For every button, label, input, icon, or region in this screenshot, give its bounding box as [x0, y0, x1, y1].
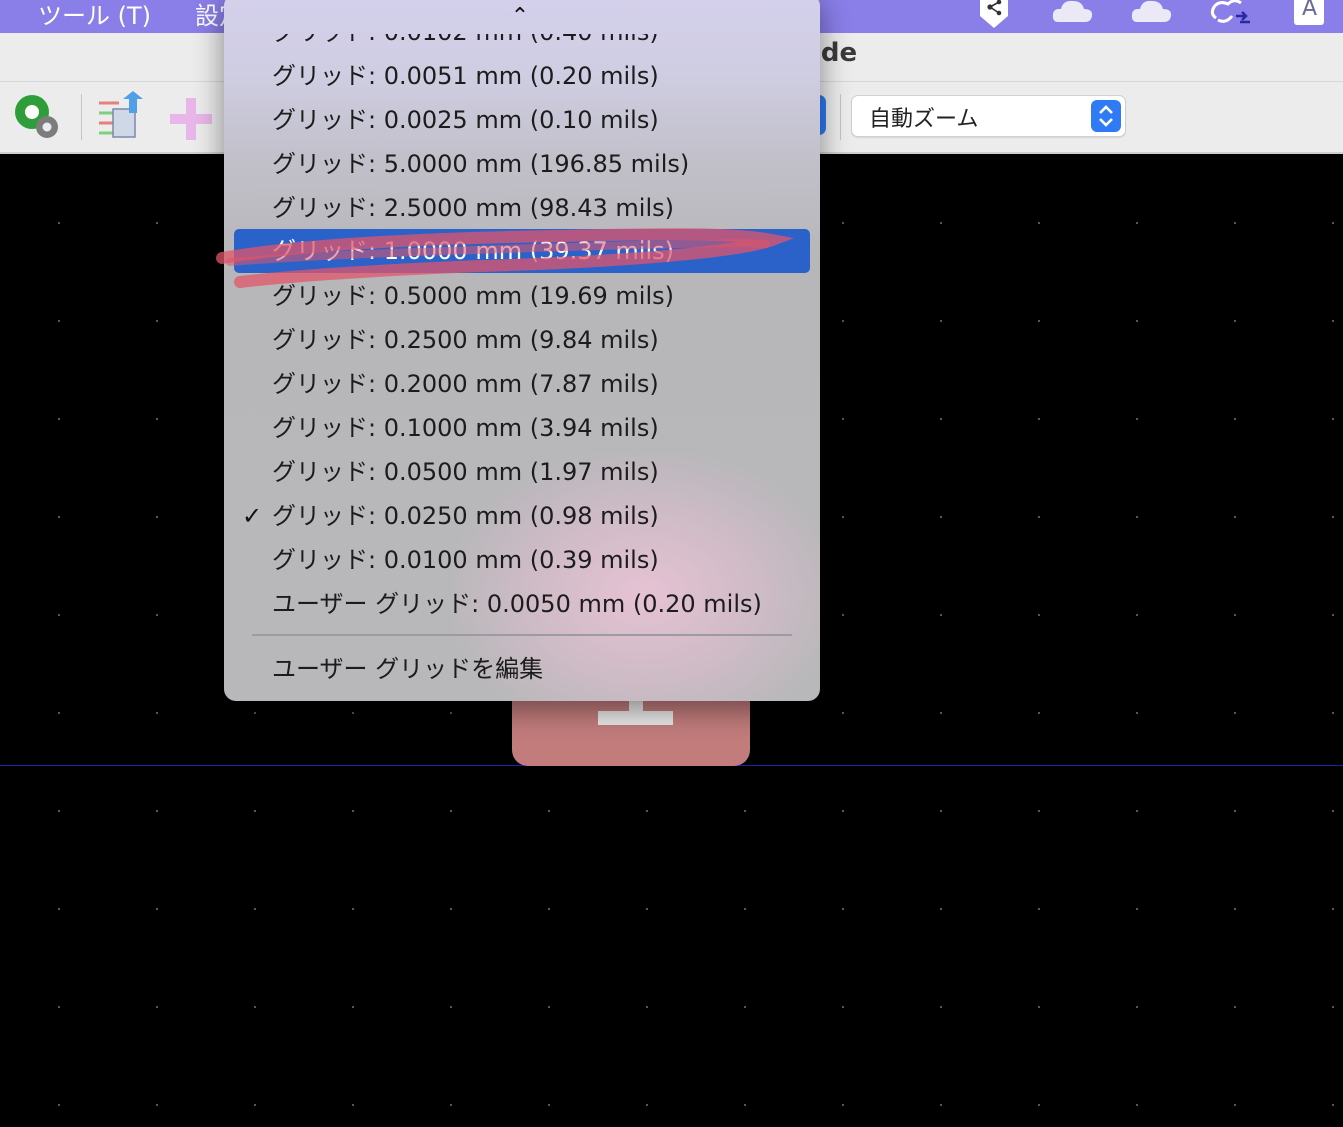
cloud-icon[interactable]: [1052, 0, 1094, 28]
menu-item-grid-0.0250-checked[interactable]: ✓ グリッド: 0.0250 mm (0.98 mils): [234, 494, 810, 538]
menu-item-partial[interactable]: グリッド: 0.0102 mm (0.40 mils): [272, 34, 659, 47]
sync-icon[interactable]: [1208, 0, 1254, 30]
menu-item-grid-0.0025[interactable]: グリッド: 0.0025 mm (0.10 mils): [234, 98, 810, 142]
export-icon[interactable]: [97, 91, 153, 147]
menu-item-label: ユーザー グリッドを編集: [272, 655, 544, 683]
grid-popup-menu: ⌃ グリッド: 0.0102 mm (0.40 mils) グリッド: 0.00…: [224, 0, 820, 701]
menu-item-label: グリッド: 2.5000 mm (98.43 mils): [272, 194, 674, 222]
menu-separator: [252, 634, 792, 636]
scroll-up-arrow-icon[interactable]: ⌃: [508, 6, 532, 28]
menu-item-grid-0.2000[interactable]: グリッド: 0.2000 mm (7.87 mils): [234, 362, 810, 406]
toolbar-separator-2: [840, 94, 841, 140]
cloud-icon-2[interactable]: [1131, 0, 1173, 28]
menu-item-label: グリッド: 0.5000 mm (19.69 mils): [272, 282, 674, 310]
menu-item-label: グリッド: 0.1000 mm (3.94 mils): [272, 414, 659, 442]
chevron-updown-icon[interactable]: [1091, 100, 1121, 132]
menu-item-label: グリッド: 0.2000 mm (7.87 mils): [272, 370, 659, 398]
input-source-icon[interactable]: A: [1294, 0, 1324, 29]
menu-item-user-grid[interactable]: ユーザー グリッド: 0.0050 mm (0.20 mils): [234, 582, 810, 626]
menu-item-grid-5.0000[interactable]: グリッド: 5.0000 mm (196.85 mils): [234, 142, 810, 186]
menu-item-label: グリッド: 0.0250 mm (0.98 mils): [272, 502, 659, 530]
settings-gear-icon[interactable]: [12, 93, 64, 145]
menu-item-grid-0.5000[interactable]: グリッド: 0.5000 mm (19.69 mils): [234, 274, 810, 318]
menu-item-label: グリッド: 0.0100 mm (0.39 mils): [272, 546, 659, 574]
menu-item-grid-0.0100[interactable]: グリッド: 0.0100 mm (0.39 mils): [234, 538, 810, 582]
menu-item-edit-user-grid[interactable]: ユーザー グリッドを編集: [234, 647, 810, 691]
menu-item-label: グリッド: 5.0000 mm (196.85 mils): [272, 150, 690, 178]
checkmark-icon: ✓: [242, 502, 263, 530]
share-network-icon[interactable]: [978, 0, 1010, 32]
zoom-select[interactable]: 自動ズーム: [851, 95, 1126, 137]
menu-item-label: グリッド: 1.0000 mm (39.37 mils): [272, 237, 674, 265]
menu-item-grid-1.0000-highlighted[interactable]: グリッド: 1.0000 mm (39.37 mils): [234, 229, 810, 273]
zoom-select-value: 自動ズーム: [869, 107, 979, 132]
menu-item-grid-0.0500[interactable]: グリッド: 0.0500 mm (1.97 mils): [234, 450, 810, 494]
menu-tools[interactable]: ツール (T): [38, 0, 151, 31]
menu-item-grid-0.2500[interactable]: グリッド: 0.2500 mm (9.84 mils): [234, 318, 810, 362]
toolbar-separator: [81, 94, 82, 140]
menu-item-label: グリッド: 0.0025 mm (0.10 mils): [272, 106, 659, 134]
menu-item-label: グリッド: 0.0051 mm (0.20 mils): [272, 62, 659, 90]
menu-item-grid-2.5000[interactable]: グリッド: 2.5000 mm (98.43 mils): [234, 186, 810, 230]
menu-item-label: ユーザー グリッド: 0.0050 mm (0.20 mils): [272, 590, 762, 618]
menu-item-label: グリッド: 0.0500 mm (1.97 mils): [272, 458, 659, 486]
menu-item-label: グリッド: 0.2500 mm (9.84 mils): [272, 326, 659, 354]
menu-item-grid-0.0051[interactable]: グリッド: 0.0051 mm (0.20 mils): [234, 54, 810, 98]
pad-marker-bar: [598, 711, 673, 725]
input-source-label: A: [1302, 0, 1318, 21]
add-icon[interactable]: [168, 96, 214, 146]
menu-item-grid-0.1000[interactable]: グリッド: 0.1000 mm (3.94 mils): [234, 406, 810, 450]
